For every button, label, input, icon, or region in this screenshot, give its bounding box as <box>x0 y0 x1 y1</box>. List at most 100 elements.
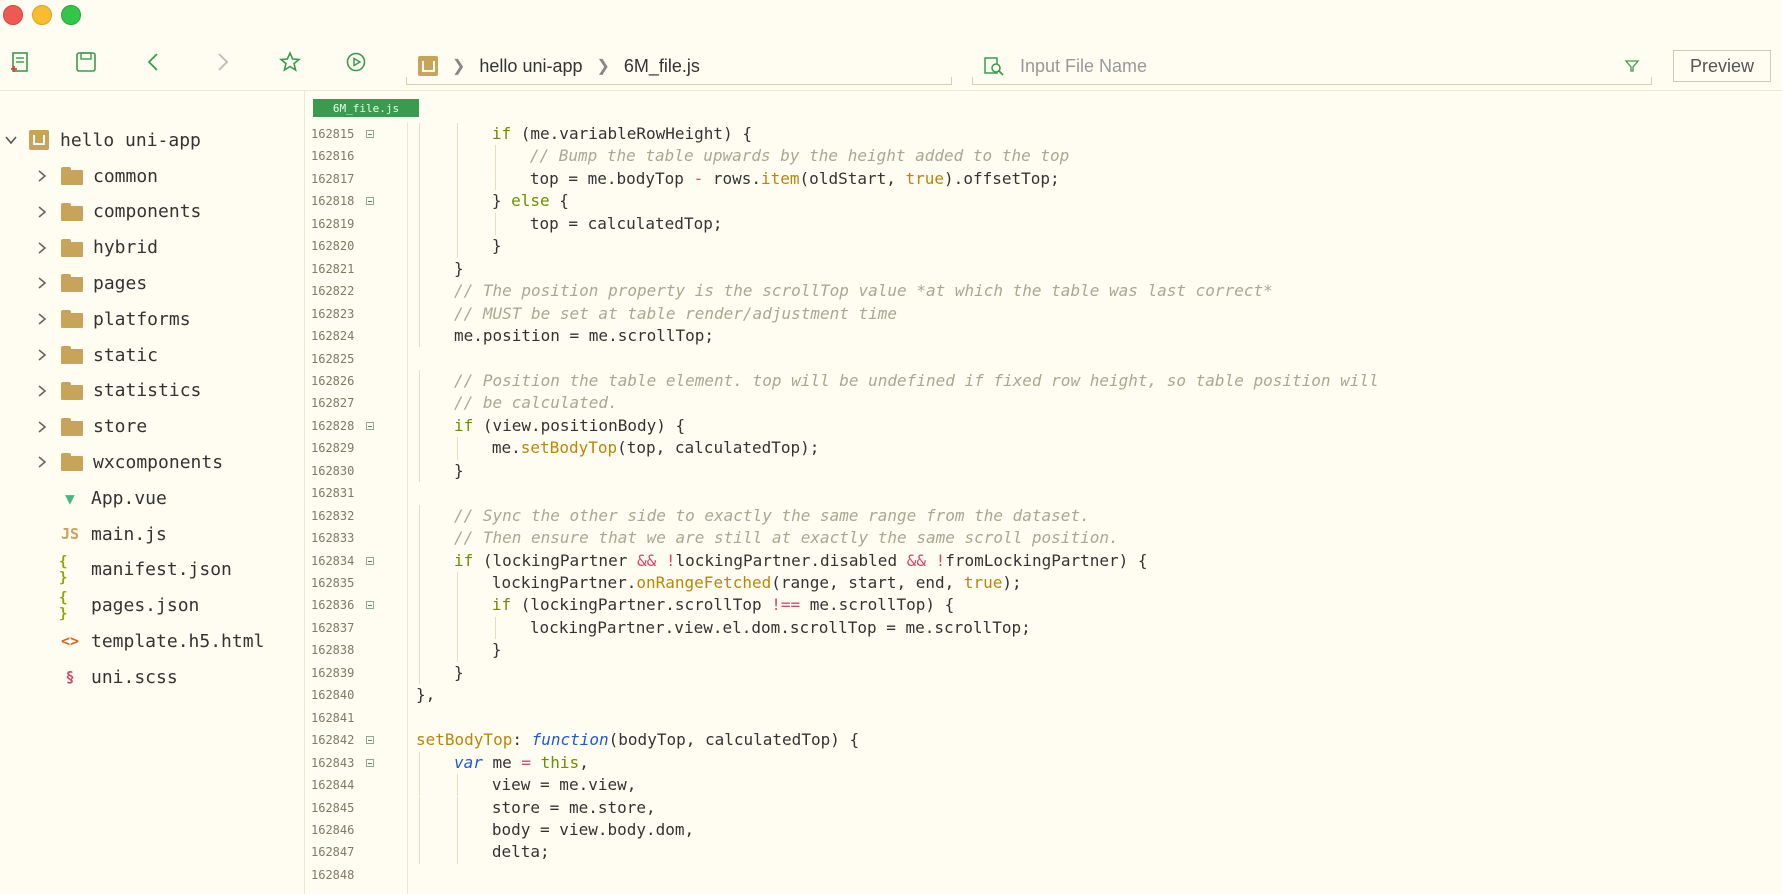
indent-guide <box>419 549 420 572</box>
star-icon[interactable] <box>276 48 304 76</box>
tree-item[interactable]: § uni.scss <box>0 660 178 694</box>
indent-guide <box>494 212 496 236</box>
code-token: delta; <box>491 842 550 862</box>
tree-item[interactable]: static <box>0 338 158 372</box>
filter-icon[interactable] <box>1624 58 1640 74</box>
project-icon <box>418 56 438 76</box>
code-token: } <box>491 236 502 256</box>
code-token: (view.positionBody) { <box>473 415 686 435</box>
tree-item[interactable]: <> template.h5.html <box>0 624 264 658</box>
folder-icon <box>61 310 83 329</box>
indent-guide <box>456 774 458 797</box>
fold-toggle-icon[interactable] <box>366 758 374 767</box>
code-token: onRangeFetched <box>636 573 772 592</box>
line-number: 162828 <box>311 418 355 433</box>
code-token: true <box>963 573 1003 592</box>
code-line: }, <box>416 684 435 706</box>
code-token: = <box>521 752 532 772</box>
new-file-icon[interactable] <box>6 48 34 76</box>
line-number: 162836 <box>311 598 355 613</box>
indent-guide <box>456 123 458 146</box>
line-number: 162820 <box>311 239 355 254</box>
tree-item[interactable]: ▼ App.vue <box>0 481 167 515</box>
breadcrumb-project[interactable]: hello uni-app <box>479 56 582 77</box>
chevron-right-icon[interactable] <box>33 418 51 436</box>
tree-item[interactable]: platforms <box>0 302 191 336</box>
chevron-right-icon[interactable] <box>33 167 51 185</box>
fold-toggle-icon[interactable] <box>366 197 374 206</box>
folder-icon <box>61 346 83 364</box>
close-window-button[interactable] <box>3 5 23 25</box>
code-token: } <box>453 258 464 278</box>
chevron-right-icon[interactable] <box>33 346 51 364</box>
tree-item-label: statistics <box>93 380 202 402</box>
chevron-right-icon[interactable] <box>33 239 51 257</box>
indent-guide <box>494 145 496 168</box>
tree-item[interactable]: components <box>0 195 201 229</box>
zoom-window-button[interactable] <box>61 5 81 25</box>
chevron-right-icon[interactable] <box>33 274 51 292</box>
toolbar: ❯ hello uni-app ❯ 6M_file.js Preview <box>0 34 1782 91</box>
fold-toggle-icon[interactable] <box>366 736 374 745</box>
code-token: } <box>453 460 464 480</box>
code-token: (bodyTop, calculatedTop) { <box>608 730 860 750</box>
indent-guide <box>456 145 458 168</box>
tree-item[interactable]: statistics <box>0 374 201 408</box>
line-number: 162845 <box>311 800 355 815</box>
line-number: 162833 <box>311 531 355 546</box>
tree-item[interactable]: hybrid <box>0 231 158 265</box>
tree-item[interactable]: store <box>0 410 147 444</box>
project-icon <box>28 129 50 151</box>
code-token: , <box>579 752 589 772</box>
chevron-right-icon[interactable] <box>33 203 51 221</box>
chevron-right-icon[interactable] <box>33 310 51 328</box>
tree-item[interactable]: { } manifest.json <box>0 553 232 587</box>
code-token: me.scrollTop) { <box>800 595 955 615</box>
code-token: store = me.store, <box>491 797 656 817</box>
tree-project-root[interactable]: hello uni-app <box>0 123 201 157</box>
code-token: top = calculatedTop; <box>529 213 723 233</box>
chevron-right-icon[interactable] <box>33 382 51 400</box>
code-token: if <box>453 550 474 570</box>
code-token: fromLockingPartner) { <box>945 550 1148 570</box>
tree-item[interactable]: common <box>0 159 158 193</box>
line-number: 162825 <box>311 351 355 366</box>
fold-toggle-icon[interactable] <box>366 556 374 565</box>
indent-guide <box>419 818 420 842</box>
fold-toggle-icon[interactable] <box>366 601 374 610</box>
code-editor[interactable]: if (me.variableRowHeight) {// Bump the t… <box>408 122 1782 894</box>
code-line: } <box>454 662 464 684</box>
minimize-window-button[interactable] <box>32 5 52 25</box>
tree-item[interactable]: { } pages.json <box>0 589 199 623</box>
back-icon[interactable] <box>140 48 168 76</box>
indent-guide <box>419 369 420 393</box>
preview-button[interactable]: Preview <box>1673 50 1771 82</box>
code-token: } <box>491 191 512 211</box>
fold-toggle-icon[interactable] <box>366 421 374 430</box>
indent-guide <box>456 437 458 460</box>
chevron-down-icon[interactable] <box>2 131 20 149</box>
fold-toggle-icon[interactable] <box>366 130 374 138</box>
indent-guide <box>456 796 458 819</box>
chevron-right-icon[interactable] <box>33 453 51 471</box>
save-icon[interactable] <box>72 48 100 76</box>
code-token: top = me.bodyTop <box>529 168 694 188</box>
tree-item[interactable]: pages <box>0 266 147 300</box>
editor-tab[interactable]: 6M_file.js <box>313 99 419 117</box>
run-icon[interactable] <box>342 48 370 76</box>
line-number: 162834 <box>311 553 355 568</box>
indent-guide <box>419 459 420 483</box>
code-token: }, <box>416 685 436 705</box>
breadcrumb-file[interactable]: 6M_file.js <box>624 56 700 77</box>
code-line: delta; <box>492 841 550 863</box>
tree-item[interactable]: JS main.js <box>0 517 167 551</box>
tree-item-label: uni.scss <box>91 666 178 688</box>
code-line: // Bump the table upwards by the height … <box>530 145 1069 167</box>
breadcrumb: ❯ hello uni-app ❯ 6M_file.js <box>406 48 952 85</box>
code-line: body = view.body.dom, <box>492 819 694 841</box>
indent-guide <box>419 796 420 819</box>
tree-item[interactable]: wxcomponents <box>0 445 223 479</box>
search-input[interactable] <box>1018 54 1602 78</box>
forward-icon[interactable] <box>208 48 236 76</box>
indent-guide <box>419 841 420 864</box>
